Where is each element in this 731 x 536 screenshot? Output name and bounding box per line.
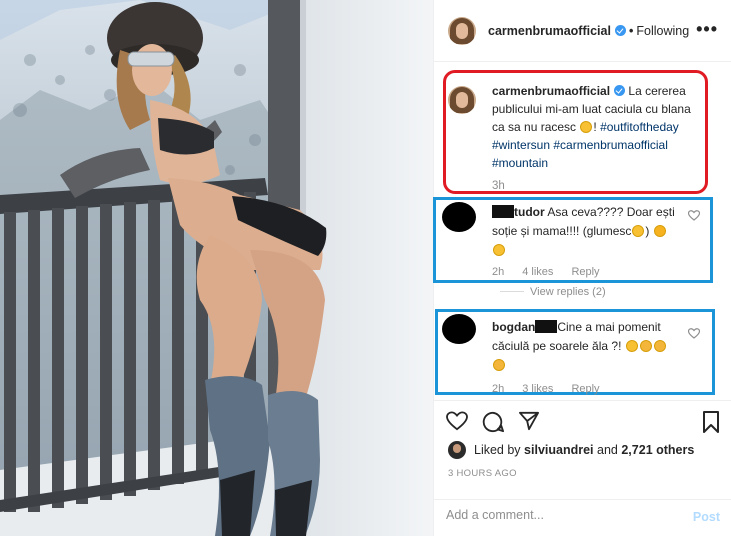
- comment-meta: 2h 3 likes Reply: [492, 383, 618, 395]
- redacted-avatar[interactable]: [442, 314, 476, 344]
- comment-like-icon[interactable]: [687, 210, 701, 224]
- like-heart-icon[interactable]: [446, 411, 468, 434]
- comment-item: bogdan Cine a mai pomenit căciulă pe soar…: [440, 312, 710, 395]
- comment-likes[interactable]: 4 likes: [522, 266, 553, 278]
- comment-like-icon[interactable]: [687, 328, 701, 342]
- add-comment-bar: Post: [434, 499, 731, 536]
- comment-line: soție și mama!!!! (glumesc: [492, 224, 632, 238]
- redaction-block: [492, 205, 514, 218]
- comment-username[interactable]: bogdan: [492, 320, 558, 334]
- comment-line: Cine a mai pomenit: [557, 320, 661, 334]
- username-link[interactable]: carmenbrumaofficial: [488, 24, 611, 38]
- comment-username-text[interactable]: tudor: [514, 205, 545, 219]
- liker-avatar[interactable]: [448, 441, 466, 459]
- caption-highlight-box: [443, 70, 708, 194]
- post-header: carmenbrumaofficial • Following •••: [434, 0, 731, 62]
- comment-time: 2h: [492, 266, 505, 278]
- profile-avatar[interactable]: [448, 16, 476, 45]
- comment-username-text[interactable]: bogdan: [492, 320, 535, 334]
- others-count[interactable]: 2,721 others: [621, 443, 694, 457]
- comment-meta: 2h 4 likes Reply: [492, 266, 618, 278]
- separator-dot: •: [628, 23, 634, 38]
- following-button[interactable]: Following: [636, 24, 689, 38]
- share-icon[interactable]: [518, 411, 540, 434]
- liker-username[interactable]: silviuandrei: [524, 443, 593, 457]
- wink-emoji-icon: [653, 225, 666, 237]
- view-replies-label[interactable]: View replies (2): [530, 286, 606, 298]
- hug-emoji-icon: [493, 244, 505, 256]
- post-button[interactable]: Post: [693, 510, 720, 524]
- liked-by-and: and: [597, 443, 618, 457]
- more-options-icon[interactable]: •••: [696, 20, 718, 38]
- post-photo[interactable]: [0, 0, 433, 536]
- clap-emoji-icon: [653, 340, 666, 352]
- comment-likes[interactable]: 3 likes: [522, 383, 553, 395]
- comment-line: Asa ceva???? Doar ești: [547, 205, 675, 219]
- liked-by-prefix: Liked by: [474, 443, 521, 457]
- comment-icon[interactable]: [482, 411, 504, 436]
- post-timestamp: 3 HOURS AGO: [448, 468, 517, 479]
- replies-line: [500, 291, 524, 292]
- redaction-block: [535, 320, 558, 333]
- smile-emoji-icon: [632, 225, 645, 237]
- reply-button[interactable]: Reply: [571, 266, 599, 278]
- clap-emoji-icon: [639, 340, 652, 352]
- grin-emoji-icon: [625, 340, 638, 352]
- reply-button[interactable]: Reply: [571, 383, 599, 395]
- view-replies[interactable]: View replies (2): [500, 286, 606, 298]
- comment-time: 2h: [492, 383, 505, 395]
- comment-text: bogdan Cine a mai pomenit căciulă pe soar…: [492, 318, 692, 375]
- header-username[interactable]: carmenbrumaofficial • Following: [488, 24, 689, 38]
- redacted-avatar[interactable]: [442, 202, 476, 232]
- action-bar: Liked by silviuandrei and 2,721 others 3…: [434, 400, 731, 536]
- comment-text: tudor Asa ceva???? Doar ești soție și ma…: [492, 203, 692, 260]
- comment-item: tudor Asa ceva???? Doar ești soție și ma…: [440, 200, 710, 280]
- bookmark-icon[interactable]: [702, 411, 720, 436]
- liked-by: Liked by silviuandrei and 2,721 others: [448, 441, 694, 459]
- comment-line: căciulă pe soarele ăla ?!: [492, 339, 622, 353]
- clap-emoji-icon: [493, 359, 505, 371]
- comment-line: ): [645, 224, 650, 238]
- verified-badge-icon: [614, 24, 626, 36]
- comment-username[interactable]: tudor: [492, 205, 545, 219]
- comment-input[interactable]: [446, 508, 676, 522]
